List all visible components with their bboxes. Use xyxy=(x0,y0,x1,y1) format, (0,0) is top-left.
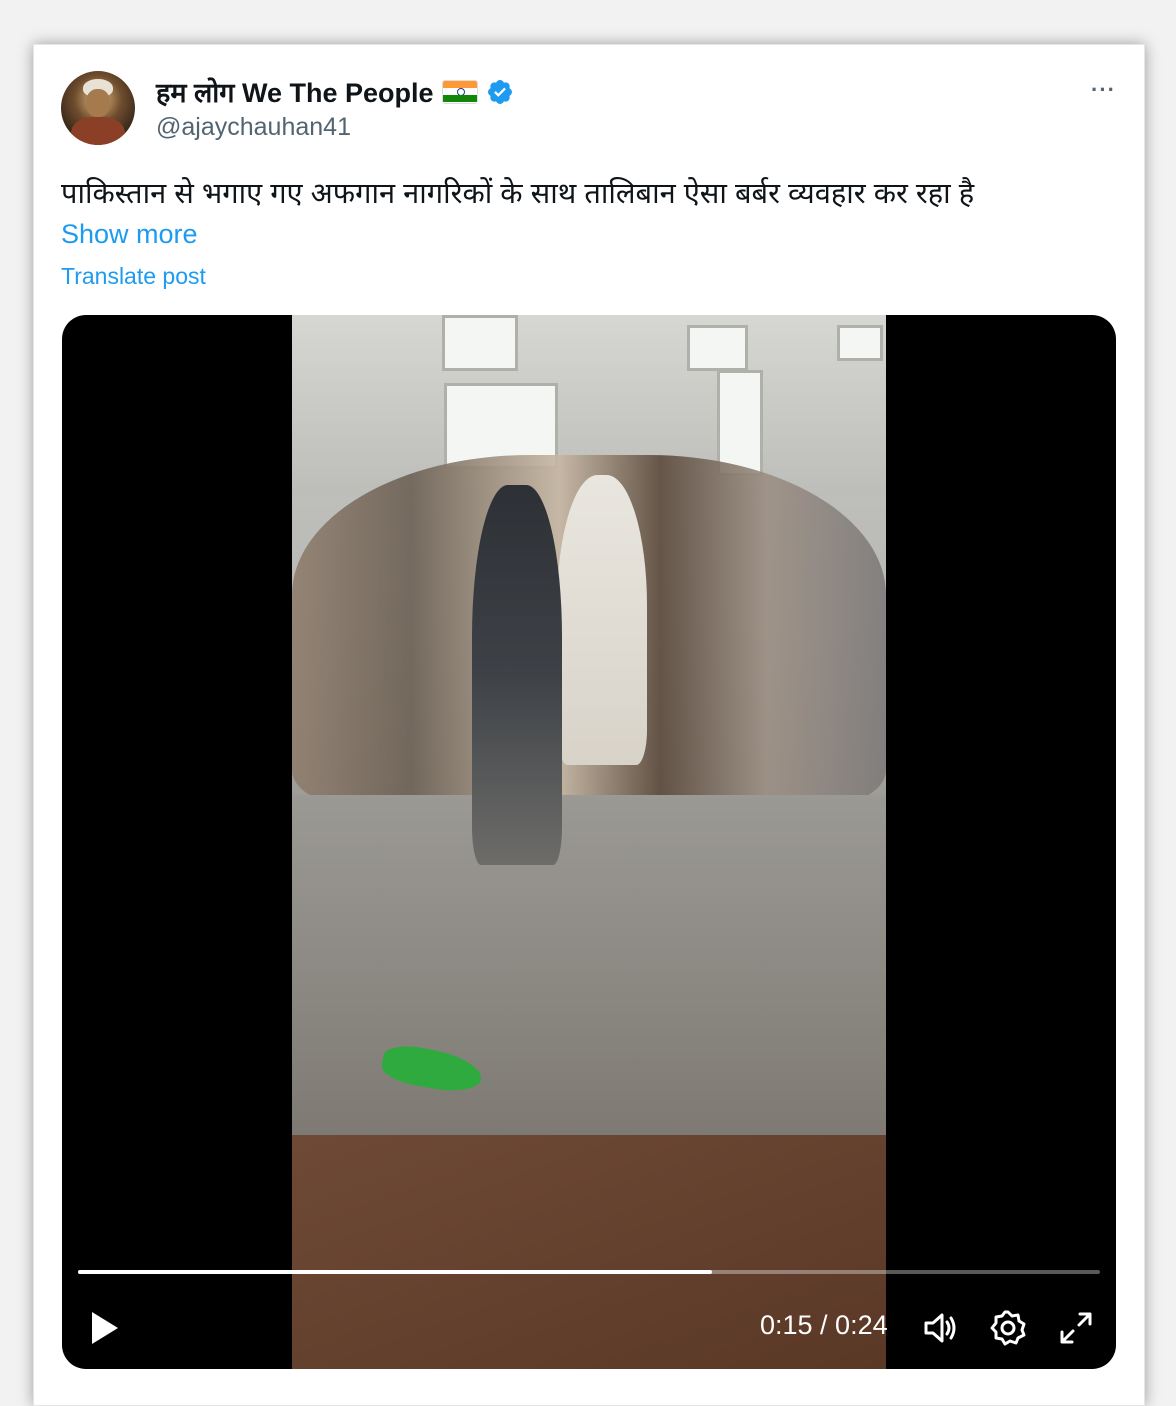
display-name[interactable]: हम लोग We The People xyxy=(156,73,434,110)
verified-badge-icon[interactable] xyxy=(486,78,514,106)
more-options-icon[interactable]: ··· xyxy=(1091,77,1116,103)
video-controls: 0:15 / 0:24 xyxy=(62,1300,1116,1356)
video-frame xyxy=(292,315,886,1369)
video-progress-fill xyxy=(78,1270,712,1274)
author-handle[interactable]: @ajaychauhan41 xyxy=(156,113,351,142)
avatar[interactable] xyxy=(61,71,135,145)
author-name-row[interactable]: हम लोग We The People xyxy=(156,73,514,110)
settings-icon[interactable] xyxy=(988,1308,1028,1348)
video-progress-bar[interactable] xyxy=(78,1270,1100,1274)
post-card: हम लोग We The People @ajaychauhan41 ··· … xyxy=(33,44,1145,1406)
india-flag-icon xyxy=(441,79,478,104)
volume-icon[interactable] xyxy=(920,1308,960,1348)
post-text: पाकिस्तान से भगाए गए अफगान नागरिकों के स… xyxy=(61,178,975,210)
translate-post-link[interactable]: Translate post xyxy=(61,263,206,290)
time-display: 0:15 / 0:24 xyxy=(760,1310,888,1340)
fullscreen-icon[interactable] xyxy=(1056,1308,1096,1348)
show-more-link[interactable]: Show more xyxy=(61,219,198,250)
play-icon[interactable] xyxy=(88,1310,120,1346)
video-player[interactable]: 0:15 / 0:24 xyxy=(62,315,1116,1369)
